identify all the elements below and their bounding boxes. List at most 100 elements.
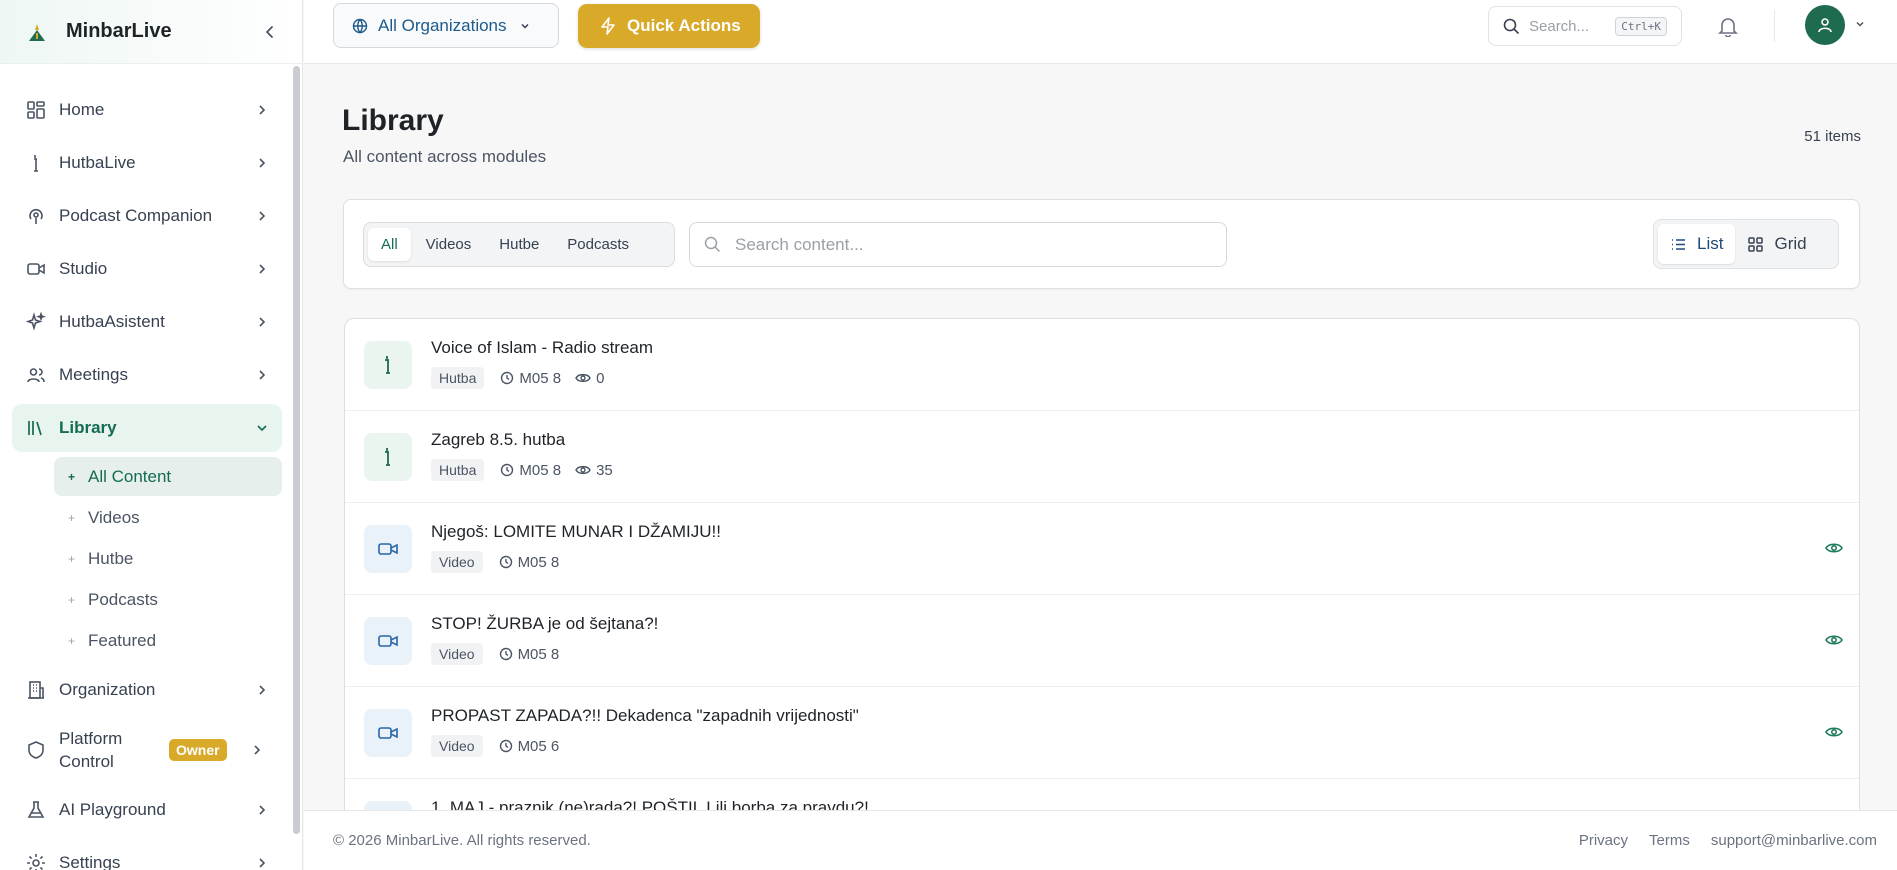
list-item[interactable]: Njegoš: LOMITE MUNAR I DŽAMIJU!! Video M… [345,503,1859,595]
sidebar-item-settings[interactable]: Settings [12,839,282,870]
building-icon [25,679,47,701]
clock-icon [501,463,514,477]
chevron-right-icon [254,802,270,818]
eye-icon[interactable] [1825,540,1843,556]
sidebar-item-label: Meetings [59,365,128,384]
chevron-down-icon[interactable] [1854,18,1866,30]
item-views-text: 0 [596,369,605,387]
grid-view-label: Grid [1774,234,1807,253]
sidebar-item-label: Home [59,100,105,119]
item-title[interactable]: STOP! ŽURBA je od šejtana?! [431,614,658,634]
lightning-icon [599,17,617,35]
chevron-right-icon [249,742,265,758]
users-icon [25,364,47,386]
video-camera-icon [364,801,412,810]
quick-actions-button[interactable]: Quick Actions [578,4,760,48]
grid-view-button[interactable]: Grid [1735,224,1818,264]
item-date: M05 8 [499,554,559,571]
tab-hutbe[interactable]: Hutbe [486,228,552,261]
sidebar-item-label: AI Playground [59,800,166,819]
content-type-tabs: All Videos Hutbe Podcasts [363,222,675,267]
clock-icon [499,647,512,661]
type-badge: Hutba [431,367,485,389]
item-title[interactable]: PROPAST ZAPADA?!! Dekadenca "zapadnih vr… [431,706,859,726]
global-search-input[interactable]: Search... Ctrl+K [1488,6,1682,46]
sidebar-subitem-featured[interactable]: + Featured [54,621,282,660]
sidebar-item-hutbalive[interactable]: HutbaLive [12,139,282,187]
item-title[interactable]: Voice of Islam - Radio stream [431,338,653,358]
sidebar-item-studio[interactable]: Studio [12,245,282,293]
globe-icon [352,18,368,34]
sidebar-subitem-videos[interactable]: + Videos [54,498,282,537]
content-search-input[interactable]: Search content... [689,222,1227,267]
sidebar-item-organization[interactable]: Organization [12,666,282,714]
sidebar-item-library[interactable]: Library [12,404,282,452]
collapse-sidebar-icon[interactable] [260,22,280,42]
support-email-link[interactable]: support@minbarlive.com [1711,832,1877,849]
item-meta: Video M05 6 [431,735,573,757]
chevron-right-icon [254,155,270,171]
eye-icon[interactable] [1825,632,1843,648]
sidebar-scrollbar[interactable] [293,66,300,834]
sidebar-item-label: HutbaAsistent [59,312,165,331]
item-views: 35 [575,462,613,479]
type-badge: Video [431,735,483,757]
sidebar-item-home[interactable]: Home [12,86,282,134]
item-meta: Video M05 8 [431,643,573,665]
sidebar-item-ai-playground[interactable]: AI Playground [12,786,282,834]
eye-icon [575,373,591,383]
item-meta: Video M05 8 [431,551,573,573]
main-content: Library All content across modules 51 it… [304,64,1897,810]
chevron-down-icon [519,20,531,32]
sidebar-subitem-hutbe[interactable]: + Hutbe [54,539,282,578]
plus-icon: + [68,469,76,484]
item-title[interactable]: Zagreb 8.5. hutba [431,430,565,450]
sidebar-subitem-label: Podcasts [88,589,158,609]
tab-podcasts[interactable]: Podcasts [554,228,642,261]
sidebar-item-podcast-companion[interactable]: Podcast Companion [12,192,282,240]
sidebar-item-hutbaasistent[interactable]: HutbaAsistent [12,298,282,346]
list-item[interactable]: PROPAST ZAPADA?!! Dekadenca "zapadnih vr… [345,687,1859,779]
list-item[interactable]: STOP! ŽURBA je od šejtana?! Video M05 8 [345,595,1859,687]
chevron-down-icon [254,420,270,436]
organization-select[interactable]: All Organizations [333,3,559,48]
tab-videos[interactable]: Videos [413,228,485,261]
minbar-logo-icon [26,21,48,43]
sidebar-item-label: Organization [59,680,156,699]
item-views: 0 [575,370,604,387]
terms-link[interactable]: Terms [1649,832,1690,849]
sidebar-item-platform-control[interactable]: Platform Control Owner [12,719,282,781]
item-date-text: M05 8 [519,461,562,479]
plus-icon: + [68,510,76,525]
topbar-divider [1774,10,1775,42]
list-view-button[interactable]: List [1658,224,1736,264]
type-badge: Video [431,551,483,573]
quick-actions-label: Quick Actions [627,16,741,35]
clock-icon [501,371,514,385]
sidebar-item-meetings[interactable]: Meetings [12,351,282,399]
chevron-right-icon [254,682,270,698]
tab-all[interactable]: All [368,228,411,261]
privacy-link[interactable]: Privacy [1579,832,1628,849]
chevron-right-icon [254,102,270,118]
eye-icon[interactable] [1825,724,1843,740]
item-title[interactable]: 1. MAJ - praznik (ne)rada?! POŠTIL Lili … [431,798,869,810]
sidebar-subitem-all-content[interactable]: + All Content [54,457,282,496]
chevron-right-icon [254,261,270,277]
plus-icon: + [68,592,76,607]
list-item[interactable]: Voice of Islam - Radio stream Hutba M05 … [345,319,1859,411]
list-item[interactable]: Zagreb 8.5. hutba Hutba M05 8 35 [345,411,1859,503]
notifications-bell-icon[interactable] [1715,13,1741,39]
library-icon [25,417,47,439]
user-avatar[interactable] [1805,5,1845,45]
page-footer: © 2026 MinbarLive. All rights reserved. … [304,810,1897,870]
grid-icon [1747,236,1764,253]
list-item[interactable]: 1. MAJ - praznik (ne)rada?! POŠTIL Lili … [345,779,1859,810]
eye-icon [575,465,591,475]
item-title[interactable]: Njegoš: LOMITE MUNAR I DŽAMIJU!! [431,522,721,542]
clock-icon [499,739,512,753]
item-count: 51 items [1804,128,1861,145]
content-list: Voice of Islam - Radio stream Hutba M05 … [344,318,1860,810]
sidebar-subitem-podcasts[interactable]: + Podcasts [54,580,282,619]
chevron-right-icon [254,314,270,330]
